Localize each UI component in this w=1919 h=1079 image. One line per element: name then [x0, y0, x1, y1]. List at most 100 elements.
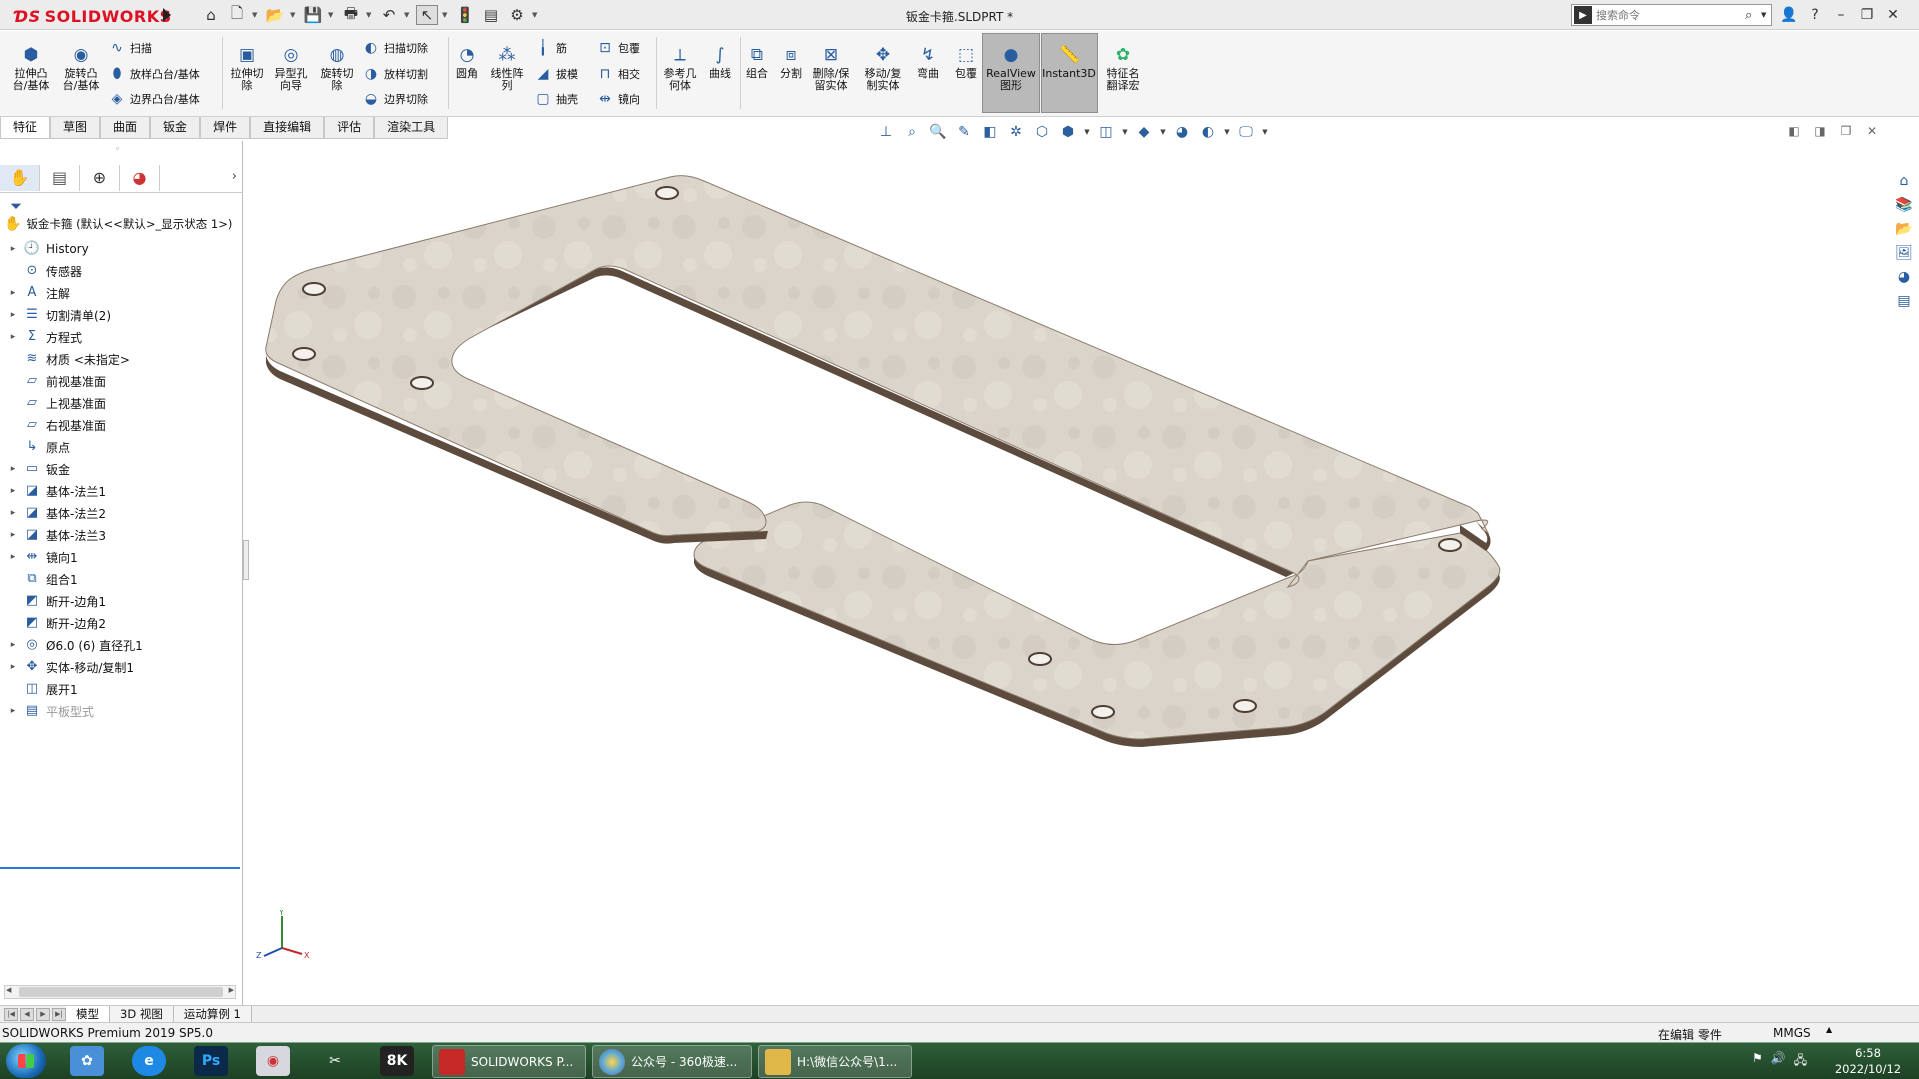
user-icon[interactable]: 👤 — [1778, 7, 1800, 23]
display-manager-tab-icon[interactable]: ◕ — [120, 165, 160, 191]
hole[interactable] — [1091, 705, 1115, 719]
tab-sketch[interactable]: 草图 — [50, 117, 101, 139]
tree-item[interactable]: ◩ 断开-边角1 — [0, 590, 243, 612]
expand-arrow-icon[interactable]: ▸ — [6, 530, 20, 540]
expand-arrow-icon[interactable]: ▸ — [6, 508, 20, 518]
new-document-icon[interactable]: 🗋 — [226, 4, 248, 25]
chevron-down-icon[interactable]: ▼ — [404, 11, 412, 19]
tree-item[interactable]: ◩ 断开-边角2 — [0, 612, 243, 634]
custom-properties-icon[interactable]: ▤ — [1893, 290, 1915, 312]
tree-item[interactable]: ↳ 原点 — [0, 436, 243, 458]
tree-item[interactable]: ▸ ◪ 基体-法兰3 — [0, 524, 243, 546]
menu-expand-icon[interactable] — [160, 6, 174, 24]
section-view-icon[interactable]: ◧ — [980, 124, 1000, 140]
extrude-boss-button[interactable]: ⬢ 拉伸凸 台/基体 — [8, 45, 54, 92]
hole-wizard-button[interactable]: ◎ 异型孔 向导 — [268, 45, 314, 92]
move-copy-body-button[interactable]: ✥ 移动/复 制实体 — [860, 45, 906, 92]
delete-keep-body-button[interactable]: ⊠ 删除/保 留实体 — [808, 45, 854, 92]
tab-weldments[interactable]: 焊件 — [200, 117, 251, 139]
tab-sheet-metal[interactable]: 钣金 — [150, 117, 201, 139]
start-button-icon[interactable] — [6, 1044, 46, 1078]
tree-item[interactable]: ▸ ◪ 基体-法兰1 — [0, 480, 243, 502]
volume-icon[interactable]: 🔊 — [1771, 1051, 1786, 1072]
panel-splitter[interactable] — [243, 540, 249, 580]
revolve-boss-button[interactable]: ◉ 旋转凸 台/基体 — [58, 45, 104, 92]
linear-pattern-button[interactable]: ⁂ 线性阵 列 — [484, 45, 530, 92]
swept-cut-button[interactable]: ◐ 扫描切除 — [362, 37, 428, 59]
next-tab-icon[interactable]: ▶ — [36, 1007, 50, 1021]
boundary-boss-button[interactable]: ◈ 边界凸台/基体 — [108, 88, 200, 110]
hole[interactable] — [292, 347, 316, 361]
tree-item[interactable]: ▸ 🕘 History — [0, 238, 243, 260]
search-commands-icon[interactable]: ▶ — [1574, 6, 1592, 24]
hole[interactable] — [1438, 538, 1462, 552]
rebuild-icon[interactable]: 🚦 — [454, 5, 476, 25]
dynamic-annotation-icon[interactable]: ✲ — [1006, 124, 1026, 140]
search-box[interactable]: ▶ ⌕ ▼ — [1571, 4, 1772, 26]
app-icon-4[interactable]: 8K — [380, 1046, 414, 1076]
viewport-restore-icon[interactable]: ❐ — [1838, 124, 1854, 138]
tab-evaluate[interactable]: 评估 — [324, 117, 375, 139]
minimize-icon[interactable]: – — [1830, 7, 1852, 23]
chevron-down-icon[interactable]: ▼ — [1761, 11, 1771, 19]
expand-arrow-icon[interactable]: ▸ — [6, 486, 20, 496]
print-icon[interactable]: 🖶 — [340, 4, 362, 25]
loft-button[interactable]: ⬮ 放样凸台/基体 — [108, 63, 200, 85]
design-library-icon[interactable]: 📚 — [1893, 194, 1915, 216]
edit-appearance-icon[interactable]: ◆ — [1134, 124, 1154, 140]
chevron-down-icon[interactable]: ▼ — [1084, 128, 1090, 136]
configuration-manager-tab-icon[interactable]: ⊕ — [80, 165, 120, 191]
file-explorer-icon[interactable]: 📂 — [1893, 218, 1915, 240]
expand-arrow-icon[interactable]: ▸ — [6, 288, 20, 298]
zoom-to-fit-icon[interactable]: ⌕ — [902, 124, 922, 140]
hide-show-items-icon[interactable]: ◫ — [1096, 124, 1116, 140]
select-arrow-icon[interactable]: ↖ — [416, 5, 438, 25]
tree-item[interactable]: ▸ ▤ 平板型式 — [0, 700, 243, 722]
viewport-collapse-left-icon[interactable]: ◧ — [1786, 124, 1802, 138]
hole[interactable] — [1028, 652, 1052, 666]
instant3d-button[interactable]: 📏 Instant3D — [1042, 45, 1096, 80]
ie-icon[interactable]: e — [132, 1046, 166, 1076]
lofted-cut-button[interactable]: ◑ 放样切割 — [362, 63, 428, 85]
panel-more-icon[interactable]: › — [232, 169, 237, 184]
first-tab-icon[interactable]: |◀ — [4, 1007, 18, 1021]
previous-view-icon[interactable]: ✎ — [954, 124, 974, 140]
open-folder-icon[interactable]: 📂 — [264, 5, 286, 25]
boundary-cut-button[interactable]: ◒ 边界切除 — [362, 88, 428, 110]
view-palette-icon[interactable]: 🖼 — [1893, 242, 1915, 264]
expand-arrow-icon[interactable]: ▸ — [6, 552, 20, 562]
solidworks-resources-icon[interactable]: ⌂ — [1893, 170, 1915, 192]
tree-item[interactable]: ⊙ 传感器 — [0, 260, 243, 282]
viewport-collapse-right-icon[interactable]: ◨ — [1812, 124, 1828, 138]
appearances-icon[interactable]: ◕ — [1893, 266, 1915, 288]
photoshop-icon[interactable]: Ps — [194, 1046, 228, 1076]
tab-render-tools[interactable]: 渲染工具 — [374, 117, 449, 139]
prev-tab-icon[interactable]: ◀ — [20, 1007, 34, 1021]
expand-arrow-icon[interactable]: ▸ — [6, 464, 20, 474]
chevron-down-icon[interactable]: ▼ — [1122, 128, 1128, 136]
mirror-button[interactable]: ⇹ 镜向 — [596, 88, 640, 110]
expand-arrow-icon[interactable]: ▸ — [6, 662, 20, 672]
chevron-down-icon[interactable]: ▼ — [532, 11, 540, 19]
display-style-icon[interactable]: ⬢ — [1058, 124, 1078, 140]
expand-arrow-icon[interactable]: ▸ — [6, 706, 20, 716]
close-icon[interactable]: ✕ — [1882, 7, 1904, 23]
chevron-down-icon[interactable]: ▼ — [290, 11, 298, 19]
last-tab-icon[interactable]: ▶| — [52, 1007, 66, 1021]
clock[interactable]: 6:58 2022/10/12 — [1826, 1045, 1910, 1077]
view-settings-icon[interactable]: ◐ — [1198, 124, 1218, 140]
tree-item[interactable]: ▸ Σ 方程式 — [0, 326, 243, 348]
file-properties-icon[interactable]: ▤ — [480, 5, 502, 25]
task-explorer[interactable]: H:\微信公众号\1... — [758, 1045, 912, 1078]
hole[interactable] — [410, 376, 434, 390]
revolve-cut-button[interactable]: ◍ 旋转切 除 — [314, 45, 360, 92]
chevron-down-icon[interactable]: ▼ — [1262, 128, 1268, 136]
tree-item[interactable]: ▸ ▭ 钣金 — [0, 458, 243, 480]
zoom-area-icon[interactable]: 🔍 — [928, 124, 948, 140]
home-icon[interactable]: ⌂ — [200, 5, 222, 25]
tree-item[interactable]: ▱ 前视基准面 — [0, 370, 243, 392]
tab-direct-editing[interactable]: 直接编辑 — [250, 117, 325, 139]
chevron-down-icon[interactable]: ▼ — [328, 11, 336, 19]
expand-arrow-icon[interactable]: ▸ — [6, 244, 20, 254]
rollback-bar[interactable] — [0, 867, 240, 869]
